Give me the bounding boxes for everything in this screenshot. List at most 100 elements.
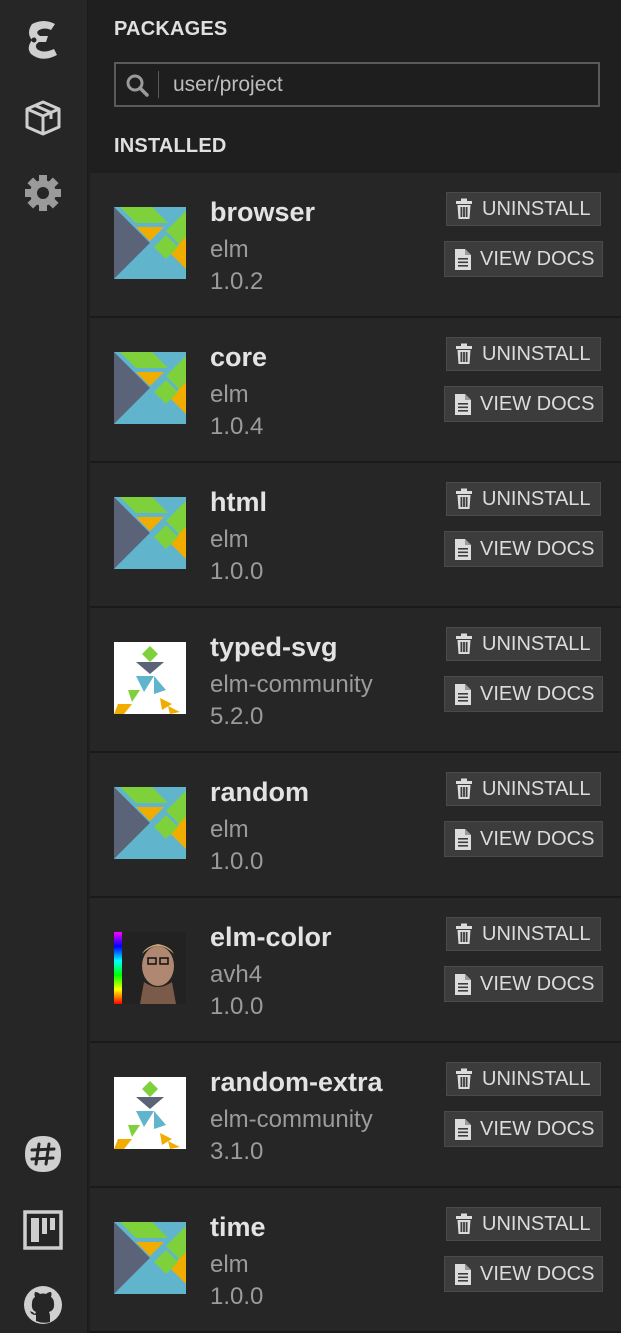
- package-author: elm: [210, 1251, 249, 1278]
- package-row-random-extra: random-extra elm-community 3.1.0 UNINSTA…: [90, 1043, 621, 1188]
- package-row-html: html elm 1.0.0 UNINSTALL VIEW DOCS: [90, 463, 621, 608]
- view-docs-label: VIEW DOCS: [480, 247, 595, 270]
- package-row-random: random elm 1.0.0 UNINSTALL VIEW DOCS: [90, 753, 621, 898]
- document-icon: [455, 538, 471, 560]
- uninstall-label: UNINSTALL: [482, 632, 591, 655]
- package-name[interactable]: html: [210, 487, 267, 518]
- packages-header: PACKAGES: [114, 18, 228, 40]
- package-author: avh4: [210, 961, 263, 988]
- search-icon: [116, 71, 159, 98]
- view-docs-label: VIEW DOCS: [480, 392, 595, 415]
- view-docs-button[interactable]: VIEW DOCS: [444, 966, 603, 1002]
- view-docs-label: VIEW DOCS: [480, 1117, 595, 1140]
- search-input[interactable]: [173, 72, 573, 97]
- trash-icon: [456, 488, 472, 509]
- uninstall-label: UNINSTALL: [482, 342, 591, 365]
- view-docs-button[interactable]: VIEW DOCS: [444, 1111, 603, 1147]
- elm-tangram-icon: [114, 787, 186, 859]
- document-icon: [455, 393, 471, 415]
- elm-community-runner-icon: [114, 1077, 186, 1149]
- trash-icon: [456, 778, 472, 799]
- view-docs-button[interactable]: VIEW DOCS: [444, 386, 603, 422]
- view-docs-button[interactable]: VIEW DOCS: [444, 676, 603, 712]
- view-docs-button[interactable]: VIEW DOCS: [444, 531, 603, 567]
- package-author: elm: [210, 381, 249, 408]
- elm-community-runner-icon: [114, 642, 186, 714]
- uninstall-button[interactable]: UNINSTALL: [446, 1062, 601, 1096]
- package-row-elm-color: elm-color avh4 1.0.0 UNINSTALL VIEW DOCS: [90, 898, 621, 1043]
- elm-logo-icon[interactable]: [22, 18, 64, 60]
- package-name[interactable]: typed-svg: [210, 632, 338, 663]
- uninstall-button[interactable]: UNINSTALL: [446, 627, 601, 661]
- package-row-core: core elm 1.0.4 UNINSTALL VIEW DOCS: [90, 318, 621, 463]
- document-icon: [455, 973, 471, 995]
- author-avatar: [114, 932, 186, 1004]
- search-box[interactable]: [114, 62, 600, 107]
- view-docs-button[interactable]: VIEW DOCS: [444, 1256, 603, 1292]
- package-author: elm-community: [210, 1106, 373, 1133]
- activity-bar: [0, 0, 88, 1333]
- package-author: elm: [210, 526, 249, 553]
- package-name[interactable]: core: [210, 342, 267, 373]
- elm-tangram-icon: [114, 207, 186, 279]
- package-row-typed-svg: typed-svg elm-community 5.2.0 UNINSTALL: [90, 608, 621, 753]
- view-docs-label: VIEW DOCS: [480, 972, 595, 995]
- uninstall-button[interactable]: UNINSTALL: [446, 482, 601, 516]
- document-icon: [455, 248, 471, 270]
- package-row-browser: browser elm 1.0.2 UNINSTALL VIEW DOCS: [90, 173, 621, 318]
- package-name[interactable]: browser: [210, 197, 315, 228]
- uninstall-label: UNINSTALL: [482, 1067, 591, 1090]
- packages-panel: PACKAGES INSTALLED browser elm 1.0.2: [88, 0, 621, 1333]
- view-docs-label: VIEW DOCS: [480, 682, 595, 705]
- uninstall-label: UNINSTALL: [482, 1212, 591, 1235]
- trello-icon[interactable]: [22, 1209, 64, 1251]
- elm-tangram-icon: [114, 1222, 186, 1294]
- view-docs-button[interactable]: VIEW DOCS: [444, 821, 603, 857]
- installed-package-list: browser elm 1.0.2 UNINSTALL VIEW DOCS co…: [90, 173, 621, 1333]
- slack-icon[interactable]: [22, 1133, 64, 1175]
- trash-icon: [456, 1068, 472, 1089]
- uninstall-button[interactable]: UNINSTALL: [446, 917, 601, 951]
- package-name[interactable]: time: [210, 1212, 266, 1243]
- package-name[interactable]: random-extra: [210, 1067, 383, 1098]
- view-docs-label: VIEW DOCS: [480, 827, 595, 850]
- package-author: elm: [210, 816, 249, 843]
- uninstall-label: UNINSTALL: [482, 777, 591, 800]
- trash-icon: [456, 633, 472, 654]
- uninstall-button[interactable]: UNINSTALL: [446, 772, 601, 806]
- gear-icon[interactable]: [22, 172, 64, 214]
- installed-header: INSTALLED: [114, 135, 227, 157]
- package-version: 5.2.0: [210, 703, 264, 730]
- package-version: 1.0.0: [210, 848, 264, 875]
- package-name[interactable]: random: [210, 777, 309, 808]
- package-version: 1.0.0: [210, 558, 264, 585]
- package-version: 1.0.0: [210, 993, 264, 1020]
- package-version: 3.1.0: [210, 1138, 264, 1165]
- trash-icon: [456, 343, 472, 364]
- package-version: 1.0.2: [210, 268, 264, 295]
- package-author: elm-community: [210, 671, 373, 698]
- view-docs-button[interactable]: VIEW DOCS: [444, 241, 603, 277]
- uninstall-button[interactable]: UNINSTALL: [446, 337, 601, 371]
- trash-icon: [456, 198, 472, 219]
- package-icon[interactable]: [22, 96, 64, 138]
- package-version: 1.0.4: [210, 413, 264, 440]
- document-icon: [455, 828, 471, 850]
- github-icon[interactable]: [22, 1284, 64, 1326]
- uninstall-button[interactable]: UNINSTALL: [446, 192, 601, 226]
- trash-icon: [456, 923, 472, 944]
- uninstall-label: UNINSTALL: [482, 922, 591, 945]
- view-docs-label: VIEW DOCS: [480, 1262, 595, 1285]
- uninstall-button[interactable]: UNINSTALL: [446, 1207, 601, 1241]
- uninstall-label: UNINSTALL: [482, 197, 591, 220]
- elm-tangram-icon: [114, 497, 186, 569]
- trash-icon: [456, 1213, 472, 1234]
- package-author: elm: [210, 236, 249, 263]
- package-row-time: time elm 1.0.0 UNINSTALL VIEW DOCS: [90, 1188, 621, 1333]
- document-icon: [455, 683, 471, 705]
- package-version: 1.0.0: [210, 1283, 264, 1310]
- document-icon: [455, 1263, 471, 1285]
- elm-tangram-icon: [114, 352, 186, 424]
- document-icon: [455, 1118, 471, 1140]
- package-name[interactable]: elm-color: [210, 922, 332, 953]
